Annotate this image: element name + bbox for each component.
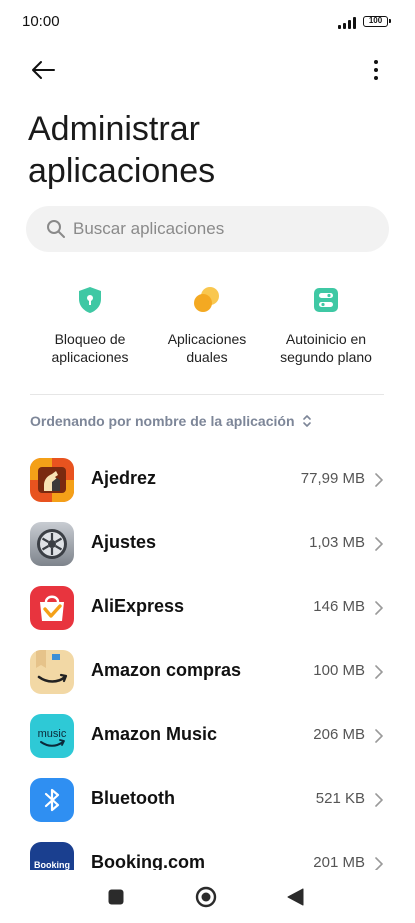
dual-apps-label-line2: duales — [186, 349, 228, 365]
app-row-amazon-compras[interactable]: Amazon compras 100 MB — [0, 640, 415, 704]
sort-updown-icon — [303, 415, 312, 427]
signal-icon — [338, 15, 360, 29]
autostart-toggle-icon — [314, 288, 338, 312]
chevron-right-icon — [375, 793, 383, 807]
amazon-shopping-icon — [30, 650, 74, 694]
recents-square-icon[interactable] — [108, 889, 124, 905]
dual-apps-label-line1: Aplicaciones — [167, 331, 247, 347]
app-size: 201 MB — [313, 854, 365, 870]
page-title-line2: aplicaciones — [28, 152, 216, 190]
app-size: 521 KB — [315, 790, 365, 807]
autostart-shortcut[interactable]: Autoinicio en segundo plano — [266, 285, 386, 366]
app-size: 1,03 MB — [309, 534, 365, 551]
app-size: 146 MB — [313, 598, 365, 615]
battery-icon: 100 — [363, 16, 391, 27]
chevron-right-icon — [375, 473, 383, 487]
app-size: 206 MB — [313, 726, 365, 743]
more-options-icon[interactable] — [362, 56, 390, 84]
app-lock-shortcut[interactable]: Bloqueo de aplicaciones — [30, 285, 150, 366]
autostart-label-line1: Autoinicio en — [285, 331, 367, 347]
app-row-ajustes[interactable]: Ajustes 1,03 MB — [0, 512, 415, 576]
booking-icon-text: Booking — [34, 860, 70, 870]
app-row-bluetooth[interactable]: Bluetooth 521 KB — [0, 768, 415, 832]
chevron-right-icon — [375, 601, 383, 615]
chevron-right-icon — [375, 665, 383, 679]
search-input[interactable]: Buscar aplicaciones — [26, 206, 389, 252]
app-name: Ajedrez — [91, 468, 157, 488]
status-time: 10:00 — [22, 13, 60, 30]
shield-lock-icon — [79, 287, 101, 313]
status-bar: 10:00 100 — [0, 0, 415, 46]
home-circle-icon[interactable] — [195, 886, 217, 908]
back-arrow-icon[interactable] — [28, 56, 58, 84]
sort-selector[interactable]: Ordenando por nombre de la aplicación — [30, 413, 312, 429]
search-icon — [47, 220, 65, 238]
app-name: AliExpress — [91, 596, 185, 616]
chevron-right-icon — [375, 729, 383, 743]
system-nav-bar — [0, 872, 415, 923]
app-lock-label-line2: aplicaciones — [51, 349, 129, 365]
dual-apps-shortcut[interactable]: Aplicaciones duales — [147, 285, 267, 366]
chevron-right-icon — [375, 857, 383, 870]
amazon-music-icon: music — [30, 714, 74, 758]
settings-gear-icon — [30, 522, 74, 566]
app-name: Ajustes — [91, 532, 157, 552]
bluetooth-icon — [30, 778, 74, 822]
chevron-right-icon — [375, 537, 383, 551]
autostart-label-line2: segundo plano — [280, 349, 372, 365]
app-lock-label-line1: Bloqueo de — [54, 331, 126, 347]
app-row-amazon-music[interactable]: music Amazon Music 206 MB — [0, 704, 415, 768]
app-name: Bluetooth — [91, 788, 175, 808]
dual-apps-icon — [194, 287, 219, 312]
back-triangle-icon[interactable] — [287, 888, 304, 906]
booking-icon: Booking — [30, 842, 74, 870]
app-size: 77,99 MB — [300, 470, 365, 487]
app-name: Booking.com — [91, 852, 206, 870]
app-row-ajedrez[interactable]: Ajedrez 77,99 MB — [0, 448, 415, 512]
app-size: 100 MB — [313, 662, 365, 679]
page-title-line1: Administrar — [28, 110, 200, 148]
sort-label: Ordenando por nombre de la aplicación — [30, 413, 295, 429]
battery-level: 100 — [368, 16, 383, 25]
app-row-booking[interactable]: Booking Booking.com 201 MB — [0, 832, 415, 870]
app-name: Amazon Music — [91, 724, 218, 744]
divider — [30, 394, 384, 395]
chess-icon — [30, 458, 74, 502]
aliexpress-icon — [30, 586, 74, 630]
search-placeholder: Buscar aplicaciones — [73, 219, 225, 238]
amazon-music-icon-text: music — [38, 728, 67, 740]
page-title: Administrar aplicaciones — [28, 108, 388, 192]
app-list: Ajedrez 77,99 MB Ajustes 1,03 MB AliExpr… — [0, 448, 415, 870]
app-row-aliexpress[interactable]: AliExpress 146 MB — [0, 576, 415, 640]
app-name: Amazon compras — [91, 660, 242, 680]
